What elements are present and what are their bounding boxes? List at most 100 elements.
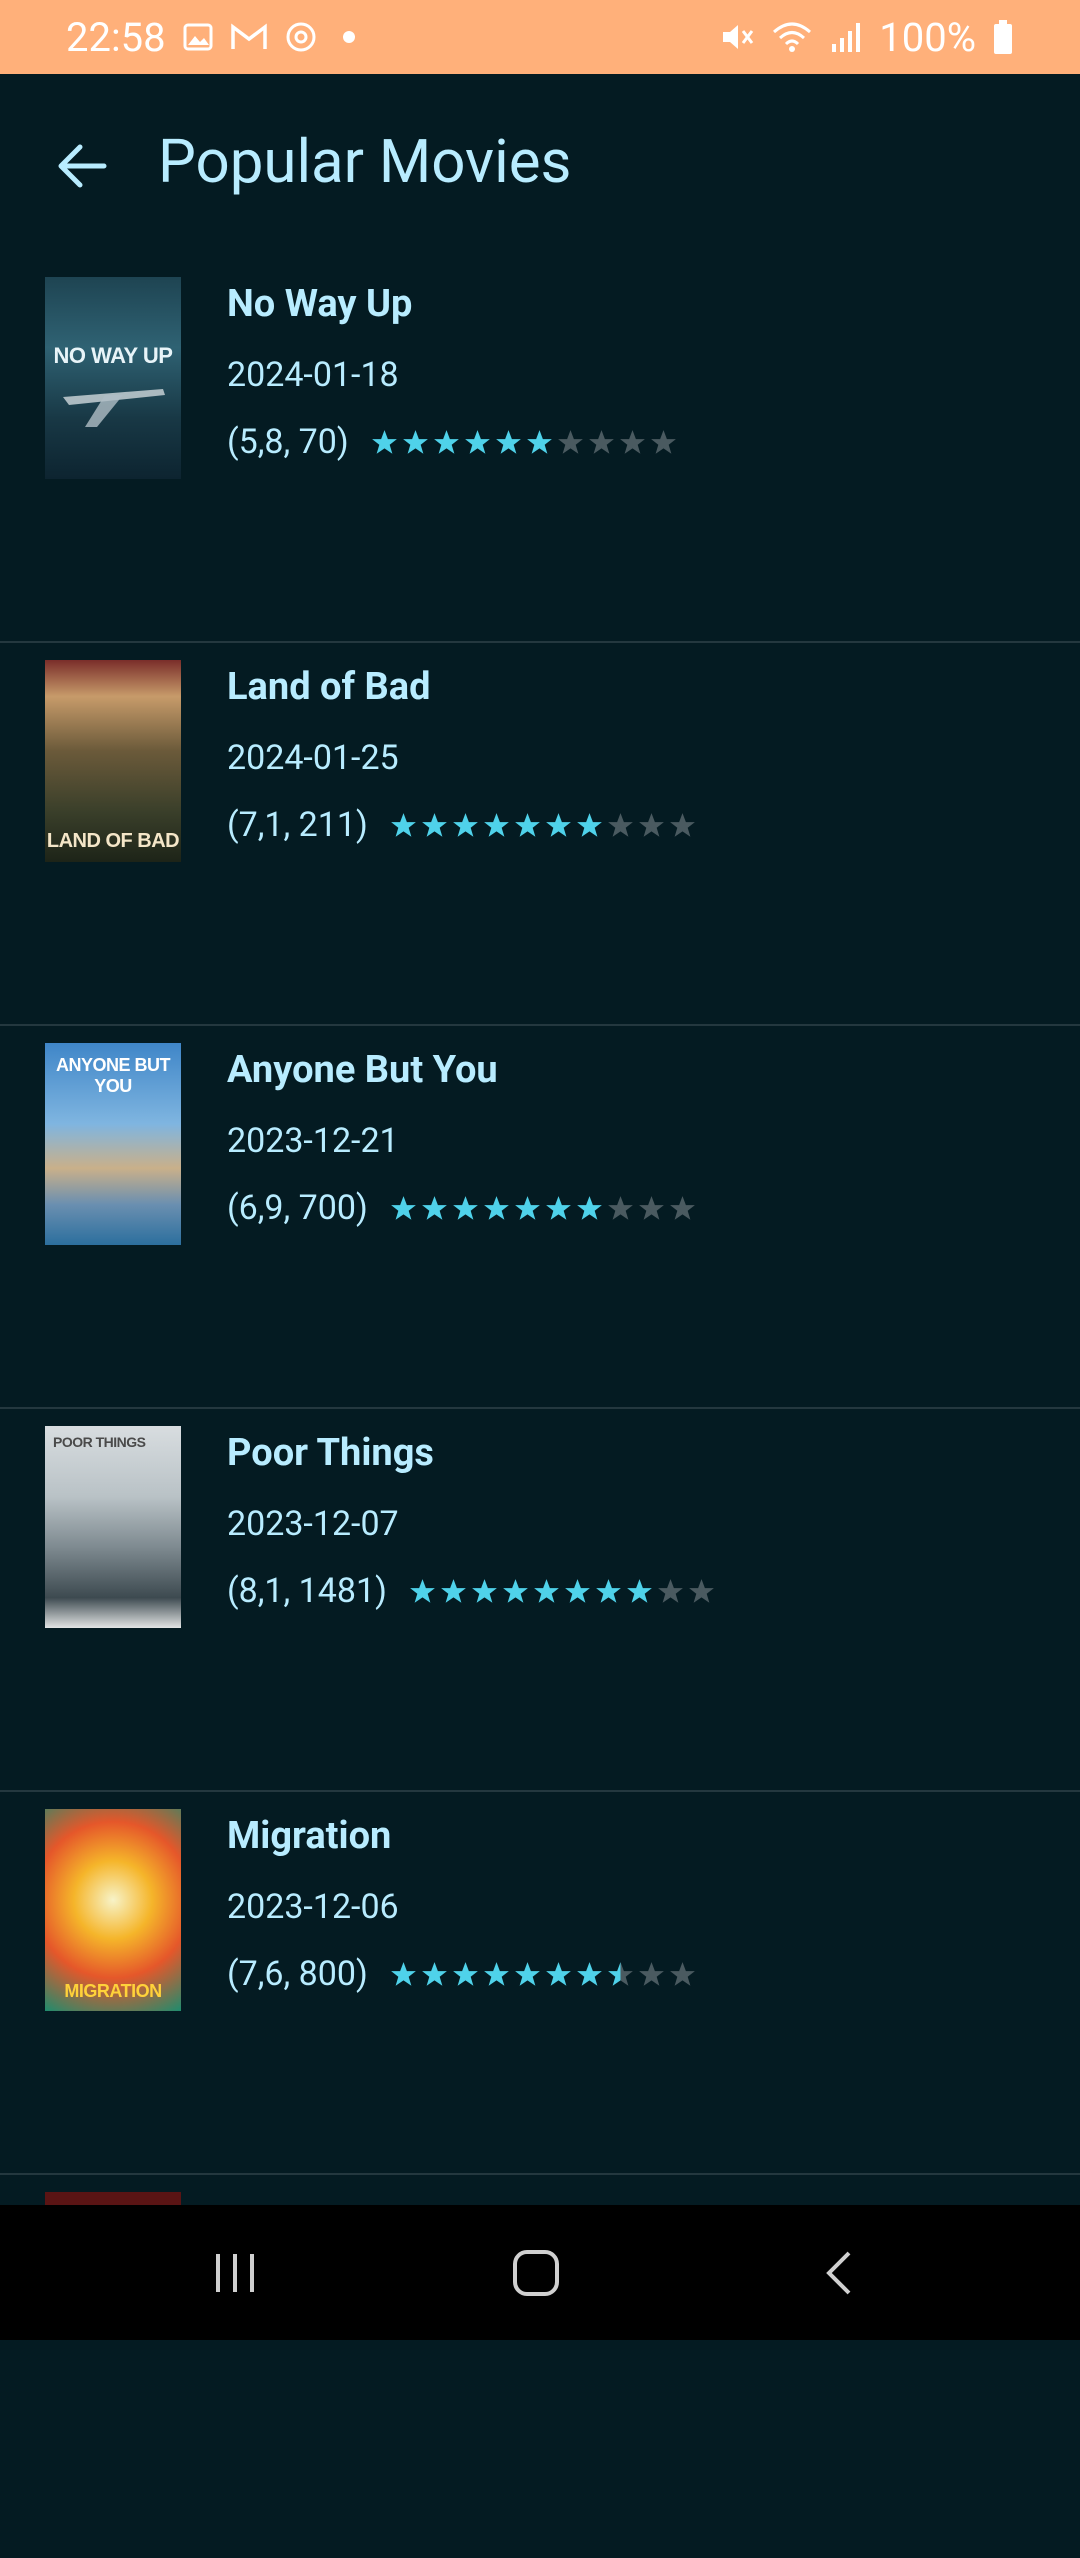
star-icon [545,1195,571,1220]
movie-list-item[interactable]: POOR THINGS Poor Things 2023-12-07 (8,1,… [0,1409,1080,1792]
rating-stars [371,429,677,456]
star-icon [638,1195,664,1220]
movie-poster: NO WAY UP [45,277,181,479]
dot-icon [334,22,364,52]
star-icon [669,812,695,837]
movie-list-item[interactable]: ANYONE BUT YOU Anyone But You 2023-12-21… [0,1026,1080,1409]
star-icon [565,1578,590,1603]
star-icon [503,1578,528,1603]
page-title: Popular Movies [158,126,572,197]
star-icon [495,429,521,454]
star-icon [669,1195,695,1220]
movie-poster: MIGRATION [45,1809,181,2011]
rating-row: (5,8, 70) [227,422,677,462]
star-icon [433,429,459,454]
poster-title: NO WAY UP [53,343,173,368]
rating-label: (6,9, 700) [227,1188,368,1228]
star-icon [658,1578,683,1603]
star-icon [557,429,583,454]
star-icon [410,1578,435,1603]
status-bar-left: 22:58 [66,14,364,61]
poster-title: MIGRATION [64,1981,162,2001]
movie-list-item[interactable]: LAND OF BAD Land of Bad 2024-01-25 (7,1,… [0,643,1080,1026]
star-icon [371,429,397,454]
star-icon [441,1578,466,1603]
home-button[interactable] [456,2205,616,2340]
rating-label: (7,6, 800) [227,1954,368,1994]
movie-title: No Way Up [227,282,413,326]
star-icon [421,1961,447,1986]
star-icon [402,429,428,454]
rating-label: (5,8, 70) [227,422,349,462]
recent-apps-button[interactable] [155,2205,315,2340]
movie-list-item[interactable]: MIGRATION Migration 2023-12-06 (7,6, 800… [0,1792,1080,2175]
star-icon [483,1961,509,1986]
star-icon [576,1195,602,1220]
rating-row: (7,6, 800) [227,1954,696,1994]
release-date: 2023-12-21 [227,1121,399,1161]
star-icon [627,1578,652,1603]
star-icon [576,1961,602,1986]
back-icon [826,2251,851,2294]
signal-icon [829,20,863,54]
star-icon [607,1195,633,1220]
star-icon [619,429,645,454]
navigation-bar [0,2205,1080,2340]
star-icon [390,1195,416,1220]
movie-title: Anyone But You [227,1048,498,1092]
star-icon [514,1961,540,1986]
back-button[interactable] [52,136,112,196]
star-icon [421,812,447,837]
release-date: 2024-01-25 [227,738,399,778]
battery-percentage: 100% [879,13,976,61]
battery-icon [992,19,1014,55]
star-icon [534,1578,559,1603]
rating-stars [390,812,696,839]
system-back-button[interactable] [760,2205,920,2340]
star-icon [545,1961,571,1986]
star-icon [472,1578,497,1603]
plane-icon [63,389,165,427]
star-icon [596,1578,621,1603]
star-icon [607,1961,633,1986]
movie-poster: ANYONE BUT YOU [45,1043,181,1245]
recent-apps-icon [216,2253,254,2292]
star-icon [483,1195,509,1220]
poster-title: POOR THINGS [53,1434,146,1450]
movie-poster: LAND OF BAD [45,660,181,862]
star-icon [390,1961,416,1986]
release-date: 2023-12-07 [227,1504,399,1544]
star-icon [576,812,602,837]
rating-stars [390,1195,696,1222]
star-icon [650,429,676,454]
status-bar-right: 100% [719,14,1014,61]
home-icon [513,2249,559,2296]
star-icon [514,1195,540,1220]
star-icon [464,429,490,454]
star-icon [452,812,478,837]
movie-poster: POOR THINGS [45,1426,181,1628]
clock: 22:58 [66,13,166,61]
rating-stars [390,1961,696,1988]
rating-label: (8,1, 1481) [227,1571,387,1611]
gmail-icon [230,22,268,52]
movie-list-item[interactable]: NO WAY UP No Way Up 2024-01-18 (5,8, 70) [0,260,1080,643]
star-icon [452,1195,478,1220]
arrow-left-icon [58,144,107,188]
star-icon [526,429,552,454]
star-icon [669,1961,695,1986]
rating-row: (8,1, 1481) [227,1571,715,1611]
movie-title: Migration [227,1814,392,1858]
release-date: 2023-12-06 [227,1887,399,1927]
star-icon [638,1961,664,1986]
mute-icon [719,20,755,54]
star-icon [588,429,614,454]
star-icon [638,812,664,837]
star-icon [514,812,540,837]
poster-title: LAND OF BAD [46,830,180,852]
movie-title: Land of Bad [227,665,431,709]
star-icon [390,812,416,837]
gallery-icon [182,21,214,53]
star-icon [545,812,571,837]
star-icon [421,1195,447,1220]
